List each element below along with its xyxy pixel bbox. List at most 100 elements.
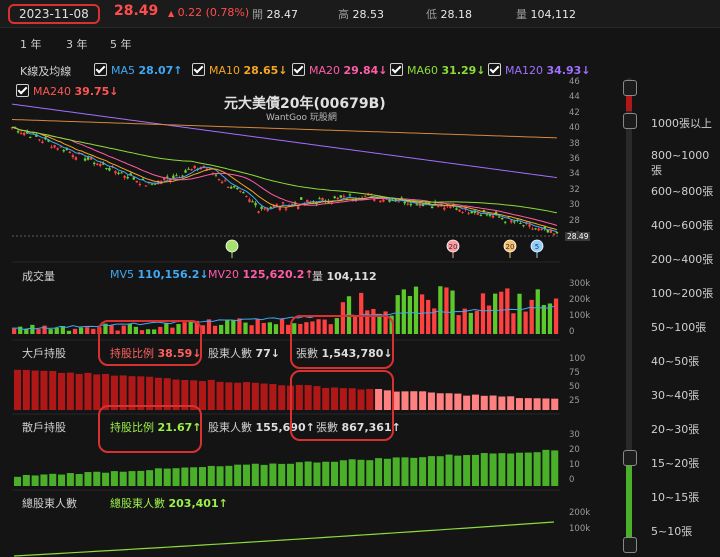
candle-body	[260, 206, 263, 209]
candle-body	[41, 141, 44, 143]
candle-body	[53, 145, 56, 148]
retail-bar	[524, 452, 532, 486]
candle-body	[86, 157, 90, 160]
retail-bar	[242, 464, 251, 486]
candle-body	[74, 157, 78, 160]
candle-body	[348, 194, 352, 196]
candle-body	[93, 162, 96, 164]
retail-bar	[392, 457, 400, 486]
highlight-box-big-ratio	[98, 320, 202, 366]
candle-body	[491, 215, 495, 218]
tier-label[interactable]: 15~20張	[651, 455, 699, 471]
retail-bar	[154, 468, 162, 486]
retail-bar	[410, 457, 418, 486]
candle-body	[531, 228, 534, 230]
retail-bar	[14, 476, 22, 486]
mv20-value: 125,620.2↑	[242, 268, 314, 281]
candle-body	[248, 199, 251, 202]
candle-body	[555, 231, 559, 234]
retail-bar	[137, 470, 145, 486]
candle-body	[83, 158, 87, 161]
candle-body	[245, 196, 248, 198]
retail-bar	[357, 459, 365, 486]
candle-body	[71, 155, 75, 158]
volume-bar	[30, 324, 35, 334]
retail-chart	[14, 449, 559, 486]
event-marker-label: 5	[535, 243, 539, 251]
candle-body	[239, 190, 242, 192]
highlight-box-big-shares	[290, 315, 394, 369]
tier-handle-retail-upper[interactable]	[623, 450, 637, 466]
tier-label[interactable]: 30~40張	[651, 387, 699, 403]
retail-bar	[119, 471, 127, 486]
candle-body	[99, 164, 102, 166]
retail-bar	[287, 463, 295, 486]
y-tick: 200k	[569, 295, 591, 305]
retail-bar	[58, 474, 66, 486]
tier-label[interactable]: 100~200張	[651, 285, 713, 301]
y-tick: 300k	[569, 279, 591, 289]
volume-bar	[486, 305, 492, 334]
tier-label[interactable]: 5~10張	[651, 523, 692, 539]
candle-body	[522, 225, 525, 227]
tier-handle-top[interactable]	[623, 80, 637, 96]
candle-body	[479, 214, 483, 216]
candle-body	[68, 151, 72, 154]
vol-today-name: 量	[312, 270, 323, 283]
candle-body	[150, 183, 154, 185]
event-marker-label: 20	[449, 243, 458, 251]
y-tick: 50	[569, 382, 580, 392]
y-tick: 28	[569, 215, 580, 226]
tier-handle-bottom[interactable]	[623, 537, 637, 553]
tier-label[interactable]: 10~15張	[651, 489, 699, 505]
retail-bar	[427, 456, 435, 486]
volume-bar	[499, 291, 504, 334]
candle-body	[38, 139, 41, 141]
big-holder-bar	[75, 373, 83, 410]
total-value-label: 總股東人數	[110, 497, 165, 510]
retail-label: 散戶持股	[22, 421, 66, 434]
volume-bar	[225, 320, 230, 334]
big-holder-bar	[207, 379, 215, 410]
candle-body	[266, 208, 269, 211]
tier-label[interactable]: 1000張以上	[651, 115, 712, 131]
tier-label[interactable]: 800~1000張	[651, 149, 720, 178]
volume-bar	[456, 315, 461, 334]
volume-bar	[541, 305, 546, 334]
volume-bar	[219, 324, 224, 334]
tier-label[interactable]: 400~600張	[651, 217, 713, 233]
tier-label[interactable]: 50~100張	[651, 319, 706, 335]
tier-label[interactable]: 40~50張	[651, 353, 699, 369]
tier-label[interactable]: 600~800張	[651, 183, 713, 199]
big-holder-label: 大戶持股	[22, 347, 66, 360]
tier-label[interactable]: 200~400張	[651, 251, 713, 267]
retail-bar	[260, 464, 268, 486]
candle-body	[263, 208, 266, 210]
big-holder-bar	[498, 396, 506, 410]
volume-bar	[413, 286, 419, 334]
volume-bar	[438, 286, 443, 334]
candle-body	[230, 186, 233, 189]
tier-label[interactable]: 20~30張	[651, 421, 699, 437]
big-holder-bar	[93, 374, 101, 410]
total-holder-value: 總股東人數 203,401↑	[110, 495, 228, 511]
candle-body	[552, 233, 556, 235]
retail-bar	[251, 463, 259, 486]
big-holder-bar	[22, 369, 30, 410]
candle-body	[223, 180, 227, 182]
volume-bar	[255, 319, 260, 334]
retail-bar	[172, 468, 180, 486]
retail-bar	[419, 457, 427, 486]
retail-bar	[49, 473, 57, 486]
retail-bar	[339, 460, 347, 486]
tier-handle-big-lower[interactable]	[623, 113, 637, 129]
y-tick: 36	[569, 154, 580, 164]
candle-body	[300, 197, 303, 200]
retail-bar	[207, 465, 215, 486]
y-tick: 100k	[569, 524, 591, 534]
retail-bar	[146, 470, 154, 486]
volume-bar	[261, 322, 266, 334]
retail-bar	[295, 462, 303, 486]
candle-body	[519, 223, 522, 225]
volume-bar	[12, 328, 17, 334]
